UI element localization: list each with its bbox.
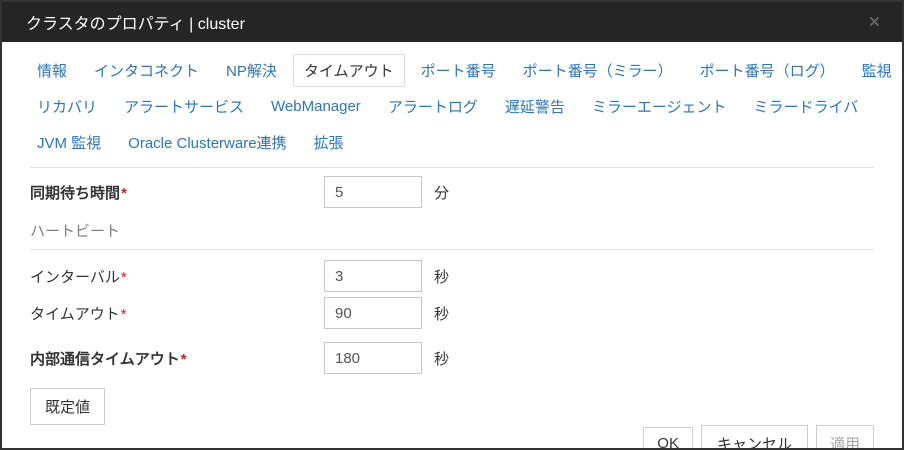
heartbeat-interval-label: インターバル* — [30, 266, 324, 287]
internal-comm-timeout-row: 内部通信タイムアウト* 秒 — [30, 342, 874, 374]
tab-port-no[interactable]: ポート番号 — [410, 54, 507, 87]
heartbeat-interval-input[interactable] — [324, 260, 422, 292]
sync-wait-time-input[interactable] — [324, 176, 422, 208]
tab-mirror-driver[interactable]: ミラードライバ — [743, 90, 870, 123]
dialog-title: クラスタのプロパティ | cluster — [26, 10, 245, 34]
cancel-button[interactable]: キャンセル — [701, 425, 808, 450]
tab-monitor[interactable]: 監視 — [851, 54, 903, 87]
tab-row-3: JVM 監視 Oracle Clusterware連携 拡張 — [26, 126, 878, 159]
dialog-titlebar: クラスタのプロパティ | cluster × — [2, 2, 902, 42]
heartbeat-interval-unit: 秒 — [434, 266, 449, 287]
tab-recovery[interactable]: リカバリ — [26, 90, 108, 123]
required-asterisk: * — [181, 351, 187, 368]
tab-jvm-monitor[interactable]: JVM 監視 — [26, 126, 112, 159]
internal-comm-timeout-unit: 秒 — [434, 348, 449, 369]
sync-wait-time-label-text: 同期待ち時間 — [30, 185, 120, 202]
tab-alert-log[interactable]: アラートログ — [377, 90, 489, 123]
tab-extension[interactable]: 拡張 — [303, 126, 355, 159]
internal-comm-timeout-input[interactable] — [324, 342, 422, 374]
heartbeat-interval-label-text: インターバル — [30, 269, 120, 286]
sync-wait-time-unit: 分 — [434, 182, 449, 203]
heartbeat-timeout-input[interactable] — [324, 297, 422, 329]
internal-comm-timeout-label: 内部通信タイムアウト* — [30, 348, 324, 369]
close-icon[interactable]: × — [869, 13, 880, 32]
tab-info[interactable]: 情報 — [26, 54, 78, 87]
dialog-footer: OK キャンセル 適用 — [2, 425, 902, 450]
heartbeat-timeout-row: タイムアウト* 秒 — [30, 297, 874, 329]
tab-port-no-mirror[interactable]: ポート番号（ミラー） — [512, 54, 684, 87]
timeout-settings-form: 同期待ち時間* 分 ハートビート インターバル* 秒 タイムアウト* 秒 内部通… — [2, 168, 902, 425]
tab-alert-service[interactable]: アラートサービス — [113, 90, 255, 123]
required-asterisk: * — [121, 185, 127, 202]
tab-row-2: リカバリ アラートサービス WebManager アラートログ 遅延警告 ミラー… — [26, 90, 878, 123]
sync-wait-time-label: 同期待ち時間* — [30, 182, 324, 203]
heartbeat-section-heading: ハートビート — [30, 220, 874, 241]
required-asterisk: * — [121, 306, 127, 323]
heartbeat-interval-row: インターバル* 秒 — [30, 260, 874, 292]
heartbeat-section-divider — [30, 249, 874, 250]
apply-button[interactable]: 適用 — [816, 425, 874, 450]
sync-wait-time-row: 同期待ち時間* 分 — [30, 176, 874, 208]
tab-delay-warning[interactable]: 遅延警告 — [494, 90, 576, 123]
tab-interconnect[interactable]: インタコネクト — [83, 54, 210, 87]
required-asterisk: * — [121, 269, 127, 286]
cluster-properties-dialog: クラスタのプロパティ | cluster × 情報 インタコネクト NP解決 タ… — [0, 0, 904, 450]
internal-comm-timeout-label-text: 内部通信タイムアウト — [30, 351, 180, 368]
tab-webmanager[interactable]: WebManager — [260, 92, 372, 121]
heartbeat-timeout-label: タイムアウト* — [30, 303, 324, 324]
tab-row-1: 情報 インタコネクト NP解決 タイムアウト ポート番号 ポート番号（ミラー） … — [26, 54, 878, 87]
tab-bar: 情報 インタコネクト NP解決 タイムアウト ポート番号 ポート番号（ミラー） … — [2, 42, 902, 162]
tab-port-no-log[interactable]: ポート番号（ログ） — [689, 54, 846, 87]
tab-timeout[interactable]: タイムアウト — [293, 54, 405, 87]
tab-oracle-clusterware[interactable]: Oracle Clusterware連携 — [117, 126, 297, 159]
tab-np-resolution[interactable]: NP解決 — [215, 54, 288, 87]
tab-mirror-agent[interactable]: ミラーエージェント — [581, 90, 738, 123]
default-values-button[interactable]: 既定値 — [30, 388, 105, 425]
heartbeat-timeout-unit: 秒 — [434, 303, 449, 324]
heartbeat-timeout-label-text: タイムアウト — [30, 306, 120, 323]
ok-button[interactable]: OK — [643, 427, 693, 450]
